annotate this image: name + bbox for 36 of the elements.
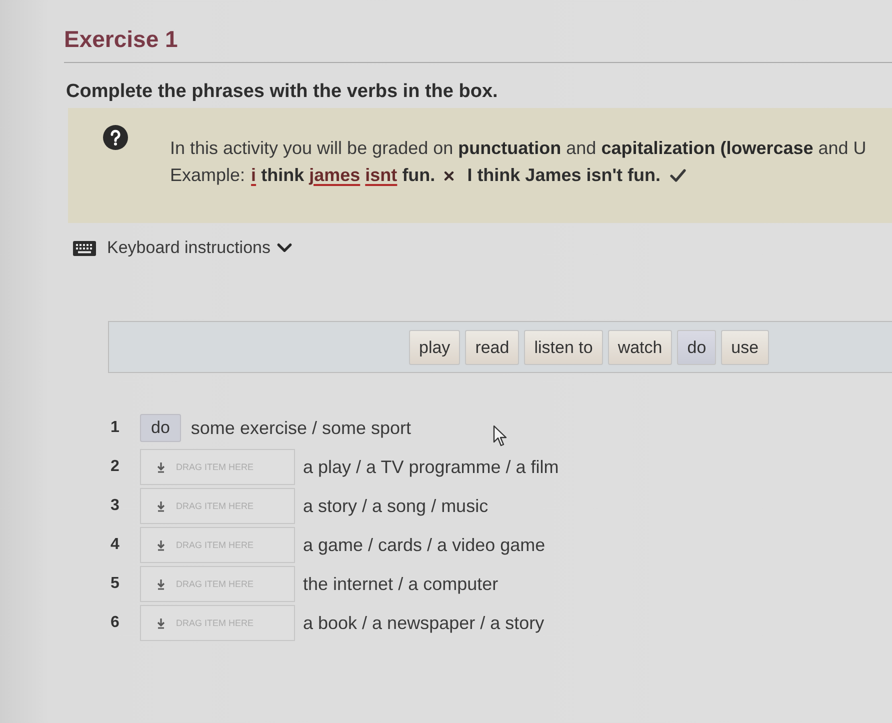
item-number: 1: [110, 419, 120, 437]
down-arrow-icon: [157, 578, 165, 590]
phrase-text: the internet / a computer: [303, 574, 498, 594]
word-chip[interactable]: listen to: [524, 330, 603, 364]
item-number: 3: [110, 497, 120, 515]
phrase-text: a story / a song / music: [303, 496, 488, 516]
phrase-text: some exercise / some sport: [190, 418, 411, 438]
word-chip[interactable]: do: [677, 330, 716, 364]
down-arrow-icon: [157, 462, 165, 472]
item-number: 5: [110, 575, 120, 593]
mouse-pointer-icon: [493, 425, 507, 447]
check-icon: [670, 169, 686, 182]
help-icon: [103, 125, 128, 150]
grading-note: In this activity you will be graded on punctuation and capitalization (lowercase and U: [170, 137, 866, 160]
keyboard-icon: [73, 240, 96, 256]
word-chip[interactable]: watch: [608, 330, 672, 364]
item-number: 2: [110, 458, 120, 476]
example-label: Example:: [170, 164, 246, 187]
word-chip[interactable]: read: [465, 330, 520, 364]
word-chip[interactable]: use: [721, 330, 769, 364]
item-number: 4: [110, 536, 120, 554]
instruction-text: Complete the phrases with the verbs in the box.: [66, 80, 499, 103]
keyboard-instructions-button[interactable]: Keyboard instructions: [73, 238, 292, 258]
incorrect-example: i think james isnt fun.: [251, 164, 436, 187]
correct-example: I think James isn't fun.: [467, 164, 661, 187]
phrase-text: a play / a TV programme / a film: [303, 456, 559, 478]
down-arrow-icon: [157, 618, 165, 628]
down-arrow-icon: [157, 500, 165, 512]
cross-icon: [444, 170, 454, 180]
down-arrow-icon: [157, 540, 165, 550]
phrase-text: a book / a newspaper / a story: [303, 612, 544, 634]
item-number: 6: [110, 614, 120, 632]
phrase-text: a game / cards / a video game: [303, 534, 546, 556]
word-chip[interactable]: play: [409, 330, 460, 364]
answer-chip[interactable]: do: [140, 414, 181, 442]
exercise-title: Exercise 1: [64, 25, 179, 54]
